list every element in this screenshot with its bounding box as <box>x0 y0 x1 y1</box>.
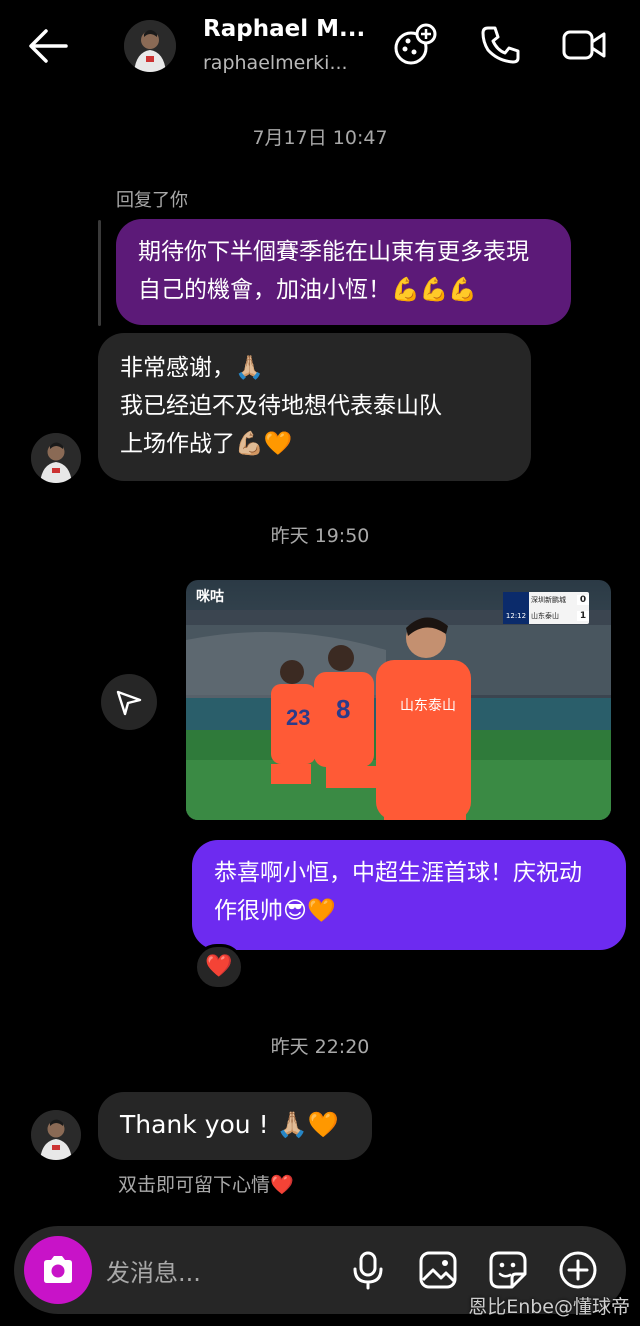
timestamp: 昨天 19:50 <box>270 525 370 547</box>
received-message-bubble[interactable]: Thank you ! 🙏🏼🧡 <box>98 1092 372 1160</box>
reply-label: 回复了你 <box>116 190 188 211</box>
phone-call-icon[interactable] <box>478 22 524 68</box>
message-line: 非常感谢，🙏🏼 <box>120 355 264 381</box>
svg-text:8: 8 <box>336 694 350 724</box>
message-line: 我已经迫不及待地想代表泰山队 <box>120 393 442 419</box>
video-call-icon[interactable] <box>561 22 607 68</box>
team2-score: 1 <box>577 611 589 621</box>
camera-icon <box>44 1256 72 1283</box>
message-input[interactable]: 发消息... <box>106 1253 201 1288</box>
svg-text:山东泰山: 山东泰山 <box>400 698 456 714</box>
team1-score: 0 <box>577 595 589 605</box>
share-button[interactable] <box>101 674 157 730</box>
camera-button[interactable] <box>24 1236 92 1304</box>
gallery-icon[interactable] <box>418 1250 458 1290</box>
sender-avatar[interactable] <box>31 433 81 483</box>
scoreboard-overlay: 深圳新鹏城 0 山东泰山 1 12:12 <box>503 592 589 624</box>
contact-avatar[interactable] <box>124 20 176 72</box>
add-icon[interactable] <box>558 1250 598 1290</box>
sent-message-bubble[interactable]: 恭喜啊小恒，中超生涯首球！庆祝动作很帅😎🧡 <box>192 840 626 950</box>
broadcaster-logo: 咪咕 <box>196 589 224 605</box>
sticker-icon[interactable] <box>488 1250 528 1290</box>
reply-indicator-bar <box>98 220 101 326</box>
shared-photo[interactable]: 23 8 山东泰山 咪咕 深圳新鹏城 0 山东泰山 1 12:12 <box>186 580 611 820</box>
contact-name[interactable]: Raphael M... <box>203 16 363 42</box>
timestamp: 昨天 22:20 <box>270 1036 370 1058</box>
received-message-bubble[interactable]: 非常感谢，🙏🏼 我已经迫不及待地想代表泰山队 上场作战了💪🏼🧡 <box>98 333 531 481</box>
quoted-message-bubble[interactable]: 期待你下半個賽季能在山東有更多表現自己的機會，加油小恆！💪💪💪 <box>116 219 571 325</box>
svg-text:23: 23 <box>286 705 310 730</box>
contact-username[interactable]: raphaelmerki... <box>203 52 348 74</box>
league-logo <box>503 592 529 608</box>
timestamp: 7月17日 10:47 <box>252 127 388 149</box>
sender-avatar[interactable] <box>31 1110 81 1160</box>
chat-theme-icon[interactable] <box>392 22 438 68</box>
send-icon <box>116 690 142 716</box>
microphone-icon[interactable] <box>348 1250 388 1290</box>
match-clock: 12:12 <box>503 608 529 624</box>
double-tap-hint: 双击即可留下心情❤️ <box>118 1174 294 1196</box>
heart-reaction[interactable]: ❤️ <box>194 944 244 990</box>
back-arrow-icon[interactable] <box>26 26 70 66</box>
message-line: 上场作战了💪🏼🧡 <box>120 431 293 457</box>
chat-header: Raphael M... raphaelmerki... <box>0 0 640 96</box>
watermark: 恩比Enbe@懂球帝 <box>468 1296 630 1318</box>
